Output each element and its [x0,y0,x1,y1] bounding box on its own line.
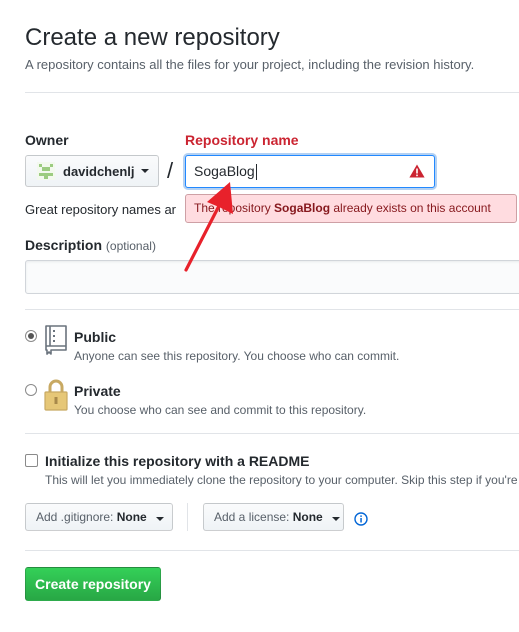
page-subtitle: A repository contains all the files for … [25,57,475,72]
annotation-arrow-icon [184,182,233,272]
license-label: Add a license: [214,510,290,524]
license-dropdown[interactable]: Add a license: None [203,503,344,531]
repository-name-value: SogaBlog [194,163,255,179]
description-label-text: Description [25,237,103,253]
private-note: You choose who can see and commit to thi… [74,403,367,417]
name-helper-text: Great repository names ar [25,202,177,217]
divider [25,92,519,93]
description-input[interactable] [25,260,519,294]
divider [25,309,519,310]
avatar [37,162,55,180]
public-radio[interactable] [25,330,37,342]
separator [187,503,188,531]
text-cursor [255,164,257,181]
divider [25,433,519,434]
license-value: None [292,510,323,524]
owner-name: davidchenlj [63,163,135,179]
public-note: Anyone can see this repository. You choo… [74,349,400,363]
description-label: Description (optional) [25,236,156,255]
caret-down-icon [156,517,165,521]
divider [25,550,519,551]
gitignore-label: Add .gitignore: [36,510,114,524]
owner-dropdown[interactable]: davidchenlj [25,155,159,187]
init-readme-checkbox[interactable] [25,454,38,467]
caret-down-icon [332,517,341,521]
init-readme-title: Initialize this repository with a README [45,453,310,469]
error-prefix: The repository [194,201,275,215]
gitignore-value: None [116,510,147,524]
owner-repo-separator: / [167,158,174,183]
private-title: Private [74,383,121,399]
name-error-tooltip: The repository SogaBlog already exists o… [185,194,517,223]
repo-name-label: Repository name [185,132,299,148]
optional-hint: (optional) [105,239,156,253]
owner-label: Owner [25,132,69,148]
public-title: Public [74,329,117,345]
repo-book-icon [45,325,67,355]
repository-name-input[interactable]: SogaBlog [185,155,435,188]
info-icon[interactable] [354,512,368,526]
alert-icon [409,164,425,178]
init-readme-note: This will let you immediately clone the … [45,473,518,487]
gitignore-dropdown[interactable]: Add .gitignore: None [25,503,173,531]
create-repository-button[interactable]: Create repository [25,567,161,601]
private-radio[interactable] [25,384,37,396]
error-repo-name: SogaBlog [274,201,331,215]
lock-icon [44,379,68,411]
error-suffix: already exists on this account [330,201,491,215]
page-title: Create a new repository [25,24,280,51]
caret-down-icon [140,169,149,173]
